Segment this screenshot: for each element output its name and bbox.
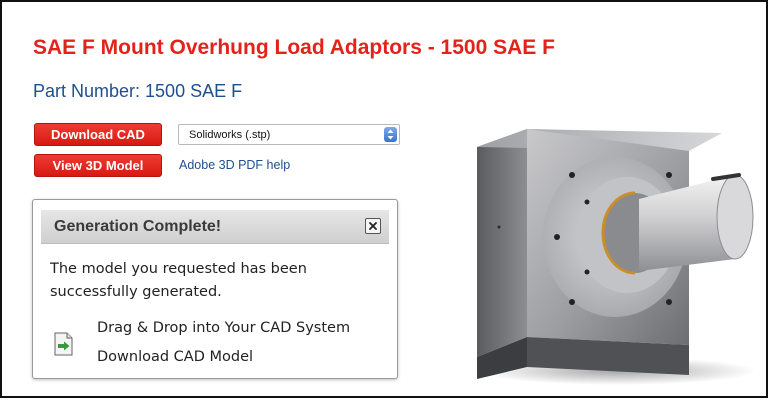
panel-message: The model you requested has been success…: [50, 261, 307, 300]
drag-drop-text[interactable]: Drag & Drop into Your CAD System: [97, 320, 350, 336]
download-cad-model-link[interactable]: Download CAD Model: [97, 349, 253, 365]
page-title: SAE F Mount Overhung Load Adaptors - 150…: [33, 36, 555, 59]
close-icon[interactable]: [365, 218, 381, 234]
download-cad-button[interactable]: Download CAD: [34, 123, 162, 146]
panel-title: Generation Complete!: [54, 218, 222, 235]
pdf-help-link[interactable]: Adobe 3D PDF help: [179, 158, 290, 172]
view-3d-model-button[interactable]: View 3D Model: [34, 154, 162, 177]
part-number: Part Number: 1500 SAE F: [33, 81, 243, 101]
adaptor-model-image: [457, 117, 762, 397]
cad-format-select[interactable]: Solidworks (.stp): [178, 124, 400, 145]
select-arrow-icon[interactable]: [384, 127, 397, 142]
cad-download-icon[interactable]: [52, 332, 74, 356]
product-frame: SAE F Mount Overhung Load Adaptors - 150…: [0, 0, 768, 398]
generation-panel: Generation Complete! The model you reque…: [32, 199, 398, 379]
cad-format-value: Solidworks (.stp): [189, 128, 271, 141]
panel-header: Generation Complete!: [41, 210, 389, 244]
